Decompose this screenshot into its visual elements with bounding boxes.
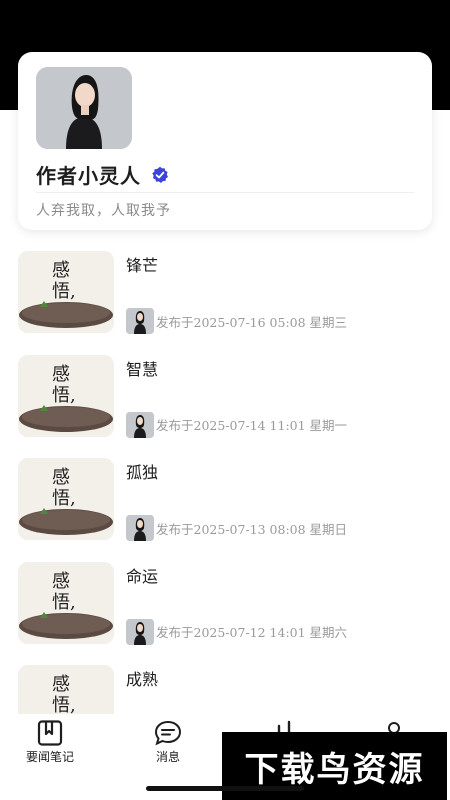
article-meta: 发布于2025-07-14 11:01 星期一: [126, 411, 348, 438]
tab-messages-label: 消息: [155, 750, 180, 764]
author-name: 作者小灵人: [36, 164, 141, 188]
thumbnail-char-2: 悟,: [52, 488, 76, 509]
article-item[interactable]: 感 悟, 智慧 发布于2025-07-14 11:01 星期一: [0, 352, 450, 456]
article-publish-info: 发布于2025-07-14 11:01 星期一: [156, 418, 348, 433]
article-meta: 发布于2025-07-16 05:08 星期三: [126, 308, 347, 334]
thumbnail-char-1: 感: [52, 674, 70, 695]
thumbnail-char-2: 悟,: [52, 281, 76, 302]
article-title[interactable]: 智慧: [126, 356, 158, 380]
article-title[interactable]: 命运: [126, 563, 158, 587]
article-list: 感 悟, 锋芒 发布于2025-07-16 05:08 星期三 感 悟, 智慧 …: [0, 248, 450, 766]
thumbnail-char-1: 感: [52, 467, 70, 488]
thumbnail-char-1: 感: [52, 571, 70, 592]
thumbnail-char-1: 感: [52, 364, 70, 385]
author-small-avatar: [126, 515, 154, 541]
article-publish-info: 发布于2025-07-13 08:08 星期日: [156, 521, 348, 537]
author-small-avatar: [126, 618, 154, 645]
article-thumbnail[interactable]: 感 悟,: [18, 458, 114, 540]
article-title[interactable]: 成熟: [126, 666, 158, 690]
article-thumbnail[interactable]: 感 悟,: [18, 251, 114, 333]
notebook-icon: [37, 720, 63, 746]
article-publish-info: 发布于2025-07-16 05:08 星期三: [156, 314, 348, 330]
author-motto: 人弃我取，人取我予: [36, 203, 171, 219]
article-item[interactable]: 感 悟, 孤独 发布于2025-07-13 08:08 星期日: [0, 455, 450, 559]
article-thumbnail[interactable]: 感 悟,: [18, 354, 114, 437]
article-item[interactable]: 感 悟, 锋芒 发布于2025-07-16 05:08 星期三: [0, 248, 450, 352]
article-title[interactable]: 锋芒: [126, 252, 158, 276]
verified-badge-icon: [152, 166, 168, 183]
article-publish-info: 发布于2025-07-12 14:01 星期六: [156, 625, 348, 640]
article-thumbnail[interactable]: 感 悟,: [18, 561, 114, 644]
article-meta: 发布于2025-07-13 08:08 星期日: [126, 515, 347, 541]
article-title[interactable]: 孤独: [126, 459, 158, 483]
profile-card: 作者小灵人 人弃我取，人取我予: [18, 52, 432, 230]
tab-news-notes-label: 要闻笔记: [26, 750, 75, 764]
article-item[interactable]: 感 悟, 命运 发布于2025-07-12 14:01 星期六: [0, 559, 450, 663]
thumbnail-char-2: 悟,: [52, 592, 76, 613]
profile-divider: [36, 192, 414, 193]
tab-messages[interactable]: 消息: [154, 720, 182, 765]
message-icon: [154, 720, 182, 746]
thumbnail-char-2: 悟,: [52, 695, 76, 716]
author-small-avatar: [126, 411, 154, 438]
author-row: 作者小灵人: [36, 160, 169, 189]
author-small-avatar: [126, 308, 154, 334]
author-avatar[interactable]: [36, 67, 132, 149]
tab-news-notes[interactable]: 要闻笔记: [26, 720, 74, 765]
thumbnail-char-1: 感: [52, 260, 70, 281]
thumbnail-char-2: 悟,: [52, 385, 76, 406]
home-indicator: [146, 786, 304, 791]
article-meta: 发布于2025-07-12 14:01 星期六: [126, 618, 348, 645]
